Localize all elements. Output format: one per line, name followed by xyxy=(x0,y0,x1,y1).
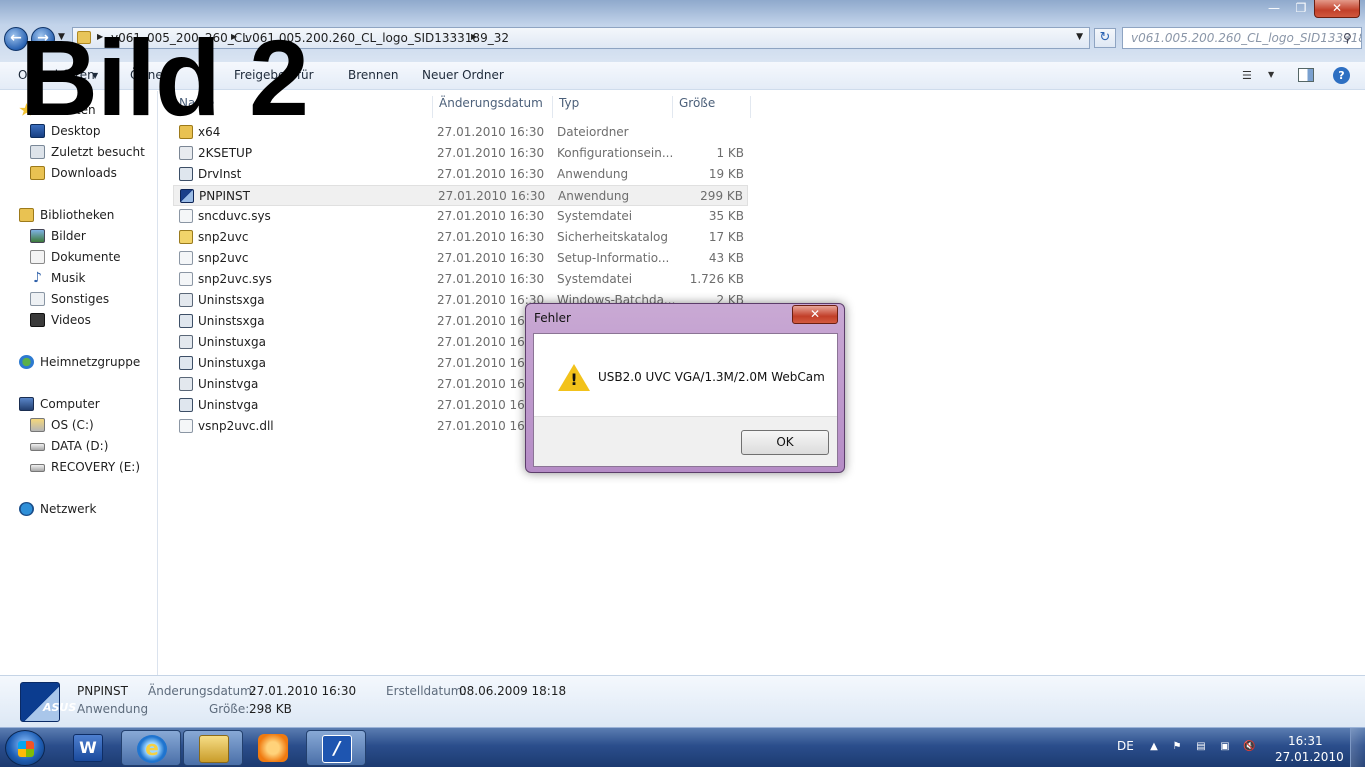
minimize-button[interactable]: — xyxy=(1260,0,1288,18)
start-button[interactable] xyxy=(5,730,45,766)
help-icon[interactable]: ? xyxy=(1333,67,1350,84)
dll-file-icon xyxy=(179,419,193,433)
refresh-icon: ↻ xyxy=(1099,30,1111,45)
show-hidden-icons-icon[interactable]: ▲ xyxy=(1148,741,1160,753)
table-row[interactable]: 2KSETUP 27.01.2010 16:30 Konfigurationsein… xyxy=(173,143,748,164)
system-file-icon xyxy=(179,209,193,223)
windows-logo-icon xyxy=(18,741,34,757)
dialog-footer: OK xyxy=(534,416,837,466)
detail-size-label: Größe: xyxy=(209,702,250,716)
taskbar-media-player[interactable] xyxy=(243,730,303,766)
dialog-close-button[interactable]: ✕ xyxy=(792,305,838,324)
action-center-flag-icon[interactable]: ⚑ xyxy=(1171,741,1183,753)
search-input[interactable]: v061.005.200.260_CL_logo_SID1333189... ⚲ xyxy=(1122,27,1362,49)
system-file-icon xyxy=(179,272,193,286)
application-icon xyxy=(179,398,193,412)
details-pane: ASUS PNPINST Anwendung Änderungsdatum: 2… xyxy=(0,675,1365,727)
view-options-icon[interactable]: ☰ xyxy=(1242,69,1258,82)
table-row[interactable]: snp2uvc.sys 27.01.2010 16:30 Systemdatei 1.… xyxy=(173,269,748,290)
recent-places-icon xyxy=(30,145,45,159)
hard-drive-icon xyxy=(30,464,45,472)
batch-file-icon xyxy=(179,377,193,391)
application-icon xyxy=(179,167,193,181)
taskbar-internet-explorer[interactable]: e xyxy=(121,730,181,766)
chevron-down-icon[interactable]: ▼ xyxy=(1268,70,1274,79)
search-placeholder: v061.005.200.260_CL_logo_SID1333189... xyxy=(1131,31,1362,45)
application-icon xyxy=(179,356,193,370)
column-header-date[interactable]: Änderungsdatum xyxy=(433,96,553,118)
batch-file-icon xyxy=(179,335,193,349)
table-row-selected[interactable]: PNPINST 27.01.2010 16:30 Anwendung 299 KB xyxy=(173,185,748,206)
batch-file-icon xyxy=(179,293,193,307)
setup-info-icon xyxy=(179,251,193,265)
internet-explorer-icon: e xyxy=(137,735,167,763)
video-icon xyxy=(30,313,45,327)
column-header-size[interactable]: Größe xyxy=(673,96,751,118)
taskbar-driver-installer[interactable]: / xyxy=(306,730,366,766)
detail-modified-label: Änderungsdatum: xyxy=(148,684,256,698)
other-library-icon xyxy=(30,292,45,306)
navigation-pane: Favoriten Desktop Zuletzt besucht Downlo… xyxy=(0,91,158,675)
detail-created-label: Erstelldatum: xyxy=(386,684,467,698)
show-desktop-button[interactable] xyxy=(1350,728,1365,767)
documents-icon xyxy=(30,250,45,264)
input-language[interactable]: DE xyxy=(1117,739,1134,753)
table-row[interactable]: snp2uvc 27.01.2010 16:30 Sicherheitskatalo… xyxy=(173,227,748,248)
device-icon[interactable]: ▤ xyxy=(1195,741,1207,753)
ok-button[interactable]: OK xyxy=(741,430,829,455)
preview-pane-icon[interactable] xyxy=(1298,68,1314,82)
network-icon xyxy=(19,502,34,516)
table-row[interactable]: sncduvc.sys 27.01.2010 16:30 Systemdatei 35… xyxy=(173,206,748,227)
refresh-button[interactable]: ↻ xyxy=(1094,28,1116,48)
column-header-type[interactable]: Typ xyxy=(553,96,673,118)
detail-kind: Anwendung xyxy=(77,702,149,716)
burn-button[interactable]: Brennen xyxy=(348,68,398,82)
detail-name: PNPINST xyxy=(77,684,128,698)
close-icon: ✕ xyxy=(809,307,821,321)
chevron-right-icon[interactable]: ▶ xyxy=(471,32,477,41)
detail-size-value: 298 KB xyxy=(249,702,292,716)
hard-drive-icon xyxy=(30,443,45,451)
taskbar-explorer[interactable] xyxy=(183,730,243,766)
pnpinst-app-icon xyxy=(180,189,194,203)
system-drive-icon xyxy=(30,418,45,432)
clock-time[interactable]: 16:31 xyxy=(1288,734,1323,748)
pictures-icon xyxy=(30,229,45,243)
media-player-icon xyxy=(258,734,288,762)
overlay-caption: Bild 2 xyxy=(20,17,309,138)
clock-date[interactable]: 27.01.2010 xyxy=(1275,750,1344,764)
config-file-icon xyxy=(179,146,193,160)
downloads-folder-icon xyxy=(30,166,45,180)
error-dialog: Fehler ✕ ! USB2.0 UVC VGA/1.3M/2.0M WebC… xyxy=(525,303,845,473)
warning-exclamation: ! xyxy=(570,370,578,389)
computer-icon xyxy=(19,397,34,411)
volume-muted-icon[interactable]: 🔇 xyxy=(1243,741,1255,753)
driver-installer-icon: / xyxy=(322,735,352,763)
asus-app-icon: ASUS xyxy=(20,682,76,722)
new-folder-button[interactable]: Neuer Ordner xyxy=(422,68,504,82)
dialog-body: ! USB2.0 UVC VGA/1.3M/2.0M WebCam OK xyxy=(533,333,838,467)
libraries-icon xyxy=(19,208,34,222)
close-window-button[interactable]: ✕ xyxy=(1314,0,1360,18)
detail-created-value: 08.06.2009 18:18 xyxy=(459,684,567,698)
address-dropdown[interactable]: ▼ xyxy=(1076,32,1083,42)
application-icon xyxy=(179,314,193,328)
security-catalog-icon xyxy=(179,230,193,244)
maximize-button[interactable]: ❐ xyxy=(1288,0,1314,18)
folder-icon xyxy=(199,735,229,763)
network-tray-icon[interactable]: ▣ xyxy=(1219,741,1231,753)
word-icon: W xyxy=(73,734,103,762)
dialog-message: USB2.0 UVC VGA/1.3M/2.0M WebCam xyxy=(598,370,825,384)
taskbar: W e / DE ▲ ⚑ ▤ ▣ 🔇 16:31 27.01.2010 xyxy=(0,727,1365,767)
search-icon[interactable]: ⚲ xyxy=(1343,31,1357,45)
dialog-title: Fehler xyxy=(534,311,571,325)
taskbar-word[interactable]: W xyxy=(58,730,118,766)
table-row[interactable]: DrvInst 27.01.2010 16:30 Anwendung 19 KB xyxy=(173,164,748,185)
homegroup-icon xyxy=(19,355,34,369)
table-row[interactable]: snp2uvc 27.01.2010 16:30 Setup-Informatio.… xyxy=(173,248,748,269)
music-note-icon: ♪ xyxy=(33,270,42,286)
detail-modified-value: 27.01.2010 16:30 xyxy=(249,684,357,698)
